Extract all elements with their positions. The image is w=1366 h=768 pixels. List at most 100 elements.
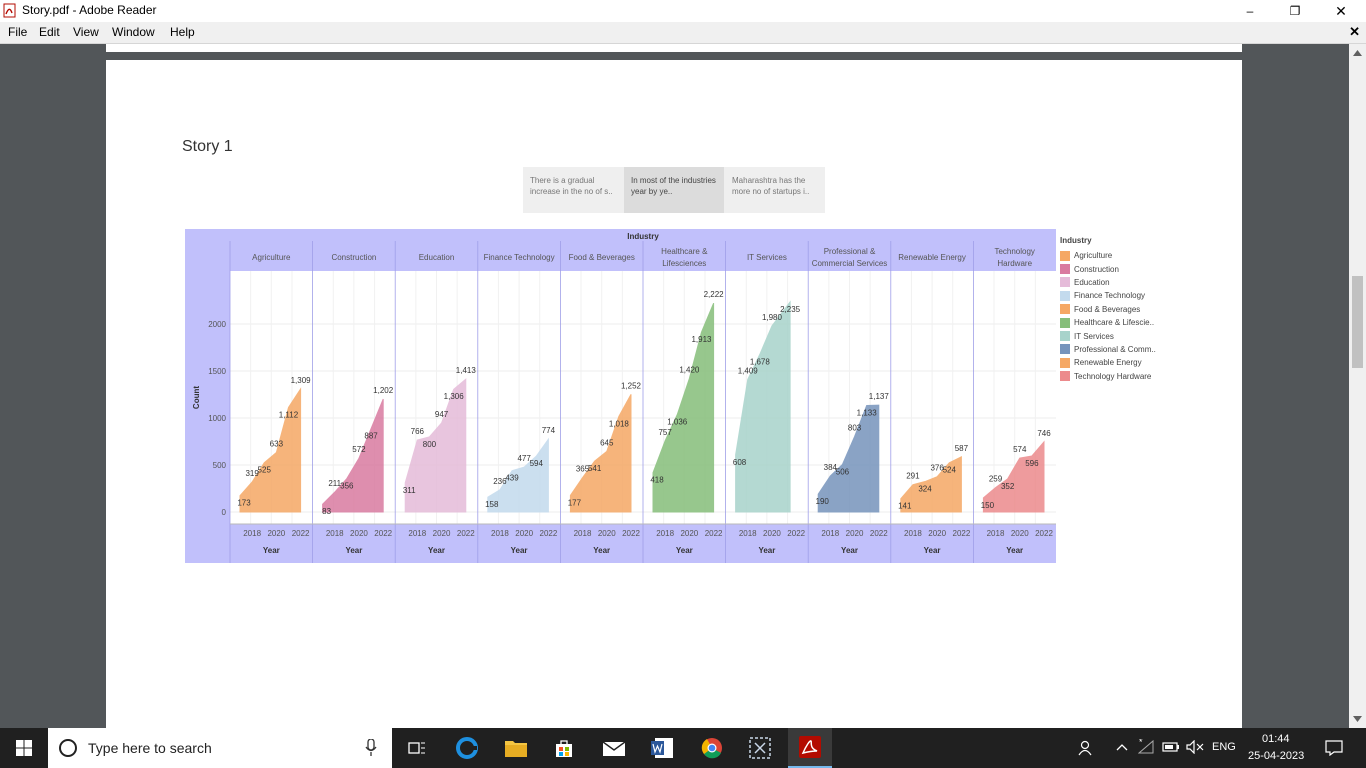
legend-item[interactable]: Renewable Energy xyxy=(1060,356,1156,369)
taskbar-adobe-reader[interactable] xyxy=(788,728,832,768)
panel-header: Healthcare & xyxy=(661,247,708,256)
x-tick-label: 2020 xyxy=(680,529,698,538)
data-label: 1,409 xyxy=(738,367,759,376)
clock-date[interactable]: 25-04-2023 xyxy=(1248,750,1304,762)
vertical-scrollbar[interactable] xyxy=(1349,44,1366,728)
menu-window[interactable]: Window xyxy=(112,25,155,39)
x-tick-label: 2020 xyxy=(846,529,864,538)
legend-item[interactable]: Professional & Comm.. xyxy=(1060,343,1156,356)
scroll-thumb[interactable] xyxy=(1352,276,1363,368)
legend-label: Professional & Comm.. xyxy=(1074,344,1156,354)
panel-header: Food & Beverages xyxy=(569,253,635,262)
menu-view[interactable]: View xyxy=(73,25,99,39)
panel-header: Hardware xyxy=(997,259,1032,268)
legend-item[interactable]: Healthcare & Lifescie.. xyxy=(1060,316,1156,329)
data-label: 311 xyxy=(403,486,416,495)
scroll-down-icon[interactable] xyxy=(1353,716,1362,722)
data-label: 1,913 xyxy=(691,335,712,344)
legend-label: Agriculture xyxy=(1074,251,1113,261)
taskbar-mail[interactable] xyxy=(594,728,634,768)
start-button[interactable] xyxy=(0,728,48,768)
panel-header: Finance Technology xyxy=(484,253,555,262)
people-icon[interactable] xyxy=(1078,740,1094,756)
data-label: 1,018 xyxy=(609,419,630,428)
taskbar-snip[interactable] xyxy=(740,728,780,768)
taskbar-store[interactable] xyxy=(544,728,584,768)
clock-time[interactable]: 01:44 xyxy=(1262,733,1290,745)
x-axis-label: Year xyxy=(593,546,610,555)
svg-text:*: * xyxy=(1139,739,1143,747)
notifications-icon[interactable] xyxy=(1325,740,1343,756)
data-label: 173 xyxy=(237,499,251,508)
x-tick-label: 2020 xyxy=(928,529,946,538)
legend-item[interactable]: Technology Hardware xyxy=(1060,370,1156,383)
story-point-1[interactable]: There is a gradual increase in the no of… xyxy=(523,167,623,213)
close-document-icon[interactable]: ✕ xyxy=(1349,24,1360,40)
legend-title: Industry xyxy=(1060,236,1092,245)
legend-item[interactable]: IT Services xyxy=(1060,329,1156,342)
data-label: 525 xyxy=(258,466,272,475)
battery-icon[interactable] xyxy=(1162,741,1180,753)
legend-label: Healthcare & Lifescie.. xyxy=(1074,318,1155,328)
task-view-button[interactable] xyxy=(397,728,437,768)
taskbar-file-explorer[interactable] xyxy=(496,728,536,768)
data-label: 1,413 xyxy=(456,366,477,375)
search-icon xyxy=(59,739,77,757)
data-label: 1,137 xyxy=(869,392,890,401)
data-label: 541 xyxy=(588,464,602,473)
taskbar-word[interactable] xyxy=(642,728,682,768)
menu-file[interactable]: File xyxy=(8,25,27,39)
data-label: 190 xyxy=(816,497,830,506)
legend-label: Technology Hardware xyxy=(1074,371,1152,381)
search-box[interactable]: Type here to search xyxy=(48,728,392,768)
data-label: 800 xyxy=(423,440,437,449)
panel-header: Education xyxy=(419,253,455,262)
x-tick-label: 2018 xyxy=(326,529,344,538)
data-label: 574 xyxy=(1013,445,1027,454)
data-label: 572 xyxy=(352,445,366,454)
scroll-up-icon[interactable] xyxy=(1353,50,1362,56)
microphone-icon[interactable] xyxy=(365,739,377,757)
data-label: 1,420 xyxy=(679,366,700,375)
legend-item[interactable]: Finance Technology xyxy=(1060,289,1156,302)
x-axis-label: Year xyxy=(758,546,775,555)
language-indicator[interactable]: ENG xyxy=(1212,741,1236,753)
data-label: 645 xyxy=(600,438,614,447)
data-label: 766 xyxy=(411,427,425,436)
data-label: 1,309 xyxy=(291,376,312,385)
store-icon xyxy=(556,740,572,757)
story-point-2[interactable]: In most of the industries year by ye.. xyxy=(624,167,724,213)
data-label: 356 xyxy=(340,482,354,491)
wifi-icon[interactable]: * xyxy=(1138,739,1156,755)
legend-swatch xyxy=(1060,344,1070,355)
chevron-up-icon[interactable] xyxy=(1116,743,1128,751)
data-label: 757 xyxy=(658,428,672,437)
close-button[interactable]: ✕ xyxy=(1318,0,1364,22)
x-tick-label: 2020 xyxy=(350,529,368,538)
maximize-button[interactable]: ❐ xyxy=(1272,0,1318,22)
panel-header: Lifesciences xyxy=(662,259,706,268)
data-label: 1,980 xyxy=(762,313,783,322)
data-label: 1,306 xyxy=(444,392,465,401)
legend-swatch xyxy=(1060,357,1070,368)
legend-swatch xyxy=(1060,264,1070,275)
document-area: Story 1 There is a gradual increase in t… xyxy=(0,44,1349,728)
taskbar-chrome[interactable] xyxy=(692,728,732,768)
legend-item[interactable]: Food & Beverages xyxy=(1060,303,1156,316)
x-tick-label: 2020 xyxy=(598,529,616,538)
x-tick-label: 2020 xyxy=(763,529,781,538)
speaker-muted-icon[interactable] xyxy=(1186,740,1204,754)
data-label: 803 xyxy=(848,424,862,433)
story-point-3[interactable]: Maharashtra has the more no of startups … xyxy=(725,167,825,213)
menu-edit[interactable]: Edit xyxy=(39,25,60,39)
x-axis-label: Year xyxy=(511,546,528,555)
menu-help[interactable]: Help xyxy=(170,25,195,39)
data-label: 633 xyxy=(270,439,284,448)
x-tick-label: 2022 xyxy=(374,529,392,538)
x-tick-label: 2018 xyxy=(574,529,592,538)
legend-item[interactable]: Education xyxy=(1060,276,1156,289)
minimize-button[interactable]: – xyxy=(1227,0,1273,22)
legend-item[interactable]: Construction xyxy=(1060,262,1156,275)
taskbar-edge[interactable] xyxy=(447,728,487,768)
legend-item[interactable]: Agriculture xyxy=(1060,249,1156,262)
